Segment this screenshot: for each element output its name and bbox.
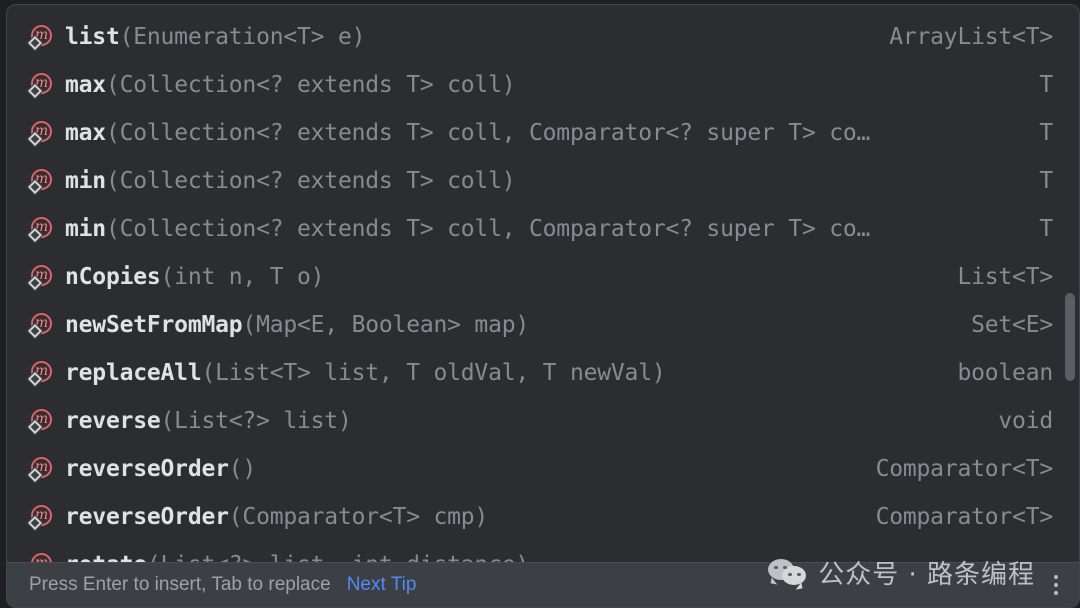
- completion-member-name: newSetFromMap: [65, 312, 243, 338]
- completion-signature: newSetFromMap (Map<E, Boolean> map): [65, 312, 953, 338]
- method-icon: m: [26, 264, 55, 292]
- completion-member-params: (Collection<? extends T> coll): [105, 168, 516, 194]
- method-icon: m: [26, 24, 55, 52]
- next-tip-link[interactable]: Next Tip: [347, 574, 417, 596]
- completion-item[interactable]: m min (Collection<? extends T> coll) T: [7, 157, 1079, 205]
- more-options-icon[interactable]: [1045, 568, 1067, 602]
- code-completion-popup[interactable]: m list (Enumeration<T> e) ArrayList<T> m max(…: [6, 4, 1080, 608]
- completion-member-params: (int n, T o): [160, 264, 325, 290]
- completion-return-type: T: [1039, 120, 1053, 146]
- completion-return-type: Comparator<T>: [875, 456, 1054, 482]
- method-icon: m: [26, 312, 55, 340]
- completion-member-name: list: [65, 24, 120, 50]
- completion-item[interactable]: m reverseOrder (Comparator<T> cmp) Comparat…: [7, 493, 1079, 541]
- method-icon: m: [26, 504, 55, 532]
- completion-member-params: (Enumeration<T> e): [119, 24, 366, 50]
- method-icon: m: [26, 216, 55, 244]
- vertical-scrollbar[interactable]: [1064, 13, 1076, 562]
- method-icon: m: [26, 360, 55, 388]
- completion-signature: nCopies (int n, T o): [65, 264, 939, 290]
- completion-member-name: min: [65, 216, 106, 242]
- completion-member-name: min: [65, 168, 106, 194]
- completion-item[interactable]: m reverse (List<?> list) void: [7, 397, 1079, 445]
- completion-item[interactable]: m max (Collection<? extends T> coll) T: [7, 61, 1079, 109]
- completion-member-params: (List<T> list, T oldVal, T newVal): [201, 360, 666, 386]
- completion-member-params: (Collection<? extends T> coll, Comparato…: [105, 120, 871, 146]
- method-icon: m: [29, 552, 55, 562]
- completion-return-type: Comparator<T>: [875, 504, 1054, 530]
- completion-signature: min (Collection<? extends T> coll): [65, 168, 1021, 194]
- completion-return-type: boolean: [957, 360, 1053, 386]
- completion-member-params: (List<?> list, int distance): [147, 552, 529, 562]
- completion-signature: rotate(List<?> list, int distance): [65, 552, 1035, 562]
- completion-list[interactable]: m list (Enumeration<T> e) ArrayList<T> m max(…: [7, 5, 1079, 562]
- method-icon: m: [26, 456, 55, 484]
- method-icon: m: [26, 168, 55, 196]
- completion-return-type: T: [1039, 168, 1053, 194]
- method-icon: m: [26, 120, 55, 148]
- completion-member-name: reverse: [65, 408, 161, 434]
- completion-item[interactable]: m max (Collection<? extends T> coll, Compa…: [7, 109, 1079, 157]
- completion-member-name: max: [65, 72, 106, 98]
- completion-signature: max (Collection<? extends T> coll): [65, 72, 1021, 98]
- scrollbar-thumb[interactable]: [1065, 293, 1075, 381]
- completion-signature: min (Collection<? extends T> coll, Compar…: [65, 216, 1021, 242]
- completion-member-params: (Collection<? extends T> coll, Comparato…: [105, 216, 871, 242]
- completion-member-params: (Collection<? extends T> coll): [105, 72, 516, 98]
- completion-member-params: (Comparator<T> cmp): [228, 504, 489, 530]
- completion-item[interactable]: m list (Enumeration<T> e) ArrayList<T>: [7, 13, 1079, 61]
- completion-signature: reverseOrder (Comparator<T> cmp): [65, 504, 858, 530]
- status-hint-text: Press Enter to insert, Tab to replace: [29, 574, 331, 595]
- completion-item[interactable]: m min (Collection<? extends T> coll, Compa…: [7, 205, 1079, 253]
- completion-member-name: rotate: [65, 552, 147, 562]
- completion-member-name: max: [65, 120, 106, 146]
- completion-return-type: List<T>: [957, 264, 1053, 290]
- completion-signature: reverse (List<?> list): [65, 408, 980, 434]
- completion-member-name: reverseOrder: [65, 504, 229, 530]
- completion-signature: replaceAll (List<T> list, T oldVal, T new…: [65, 360, 939, 386]
- completion-item[interactable]: m replaceAll (List<T> list, T oldVal, T ne…: [7, 349, 1079, 397]
- completion-item[interactable]: m newSetFromMap (Map<E, Boolean> map) Set<E…: [7, 301, 1079, 349]
- completion-member-params: (): [228, 456, 257, 482]
- completion-item[interactable]: m reverseOrder() Comparator<T>: [7, 445, 1079, 493]
- completion-return-type: void: [998, 408, 1053, 434]
- completion-item[interactable]: m nCopies (int n, T o) List<T>: [7, 253, 1079, 301]
- completion-signature: reverseOrder(): [65, 456, 858, 482]
- completion-return-type: T: [1039, 216, 1053, 242]
- completion-signature: list (Enumeration<T> e): [65, 24, 871, 50]
- method-icon: m: [26, 408, 55, 436]
- completion-return-type: ArrayList<T>: [889, 24, 1053, 50]
- completion-member-name: replaceAll: [65, 360, 202, 386]
- method-icon: m: [26, 72, 55, 100]
- completion-return-type: T: [1039, 72, 1053, 98]
- completion-member-name: reverseOrder: [65, 456, 229, 482]
- status-bar: Press Enter to insert, Tab to replace Ne…: [7, 562, 1079, 607]
- completion-return-type: Set<E>: [971, 312, 1053, 338]
- completion-member-params: (Map<E, Boolean> map): [242, 312, 530, 338]
- completion-member-params: (List<?> list): [160, 408, 352, 434]
- completion-item[interactable]: mrotate(List<?> list, int distance): [7, 541, 1079, 562]
- completion-member-name: nCopies: [65, 264, 161, 290]
- completion-signature: max (Collection<? extends T> coll, Compar…: [65, 120, 1021, 146]
